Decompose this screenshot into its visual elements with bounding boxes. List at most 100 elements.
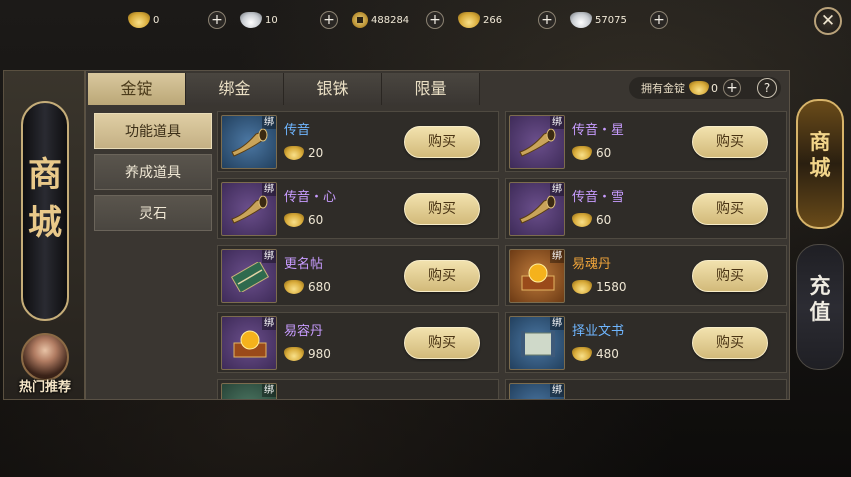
shop-item-card-partial[interactable]: 绑 — [217, 379, 499, 399]
item-name: 传音・心 — [284, 190, 337, 205]
side-tab-recharge[interactable]: 充值 — [796, 244, 844, 370]
tab-gold-ingot[interactable]: 金锭 — [88, 73, 186, 105]
bound-tag: 绑 — [550, 183, 564, 196]
add-currency-button[interactable]: + — [208, 11, 226, 29]
item-thumbnail[interactable]: 绑 — [221, 115, 277, 169]
pill-box-icon — [230, 329, 270, 359]
shop-item-card[interactable]: 绑 择业文书 480 购买 — [505, 312, 787, 373]
currency-amount: 266 — [483, 14, 503, 26]
item-thumbnail[interactable]: 绑 — [509, 249, 565, 303]
buy-button[interactable]: 购买 — [692, 260, 768, 292]
item-name: 易容丹 — [284, 324, 324, 339]
shop-item-card[interactable]: 绑 易容丹 980 购买 — [217, 312, 499, 373]
buy-button[interactable]: 购买 — [692, 193, 768, 225]
item-name: 易魂丹 — [572, 257, 612, 272]
add-gold-button[interactable]: + — [723, 79, 741, 97]
item-price: 20 — [284, 146, 323, 160]
buy-button[interactable]: 购买 — [404, 126, 480, 158]
price-value: 60 — [308, 213, 324, 227]
tab-limited[interactable]: 限量 — [382, 73, 480, 105]
buy-button[interactable]: 购买 — [692, 327, 768, 359]
item-name: 传音・雪 — [572, 190, 625, 205]
item-thumbnail[interactable]: 绑 — [509, 115, 565, 169]
copper-coin-icon — [352, 12, 368, 28]
item-grid[interactable]: 绑 传音 20 购买 绑 传音・星 60 购买 绑 传音・心 60 购买 绑 传… — [217, 111, 789, 399]
bound-tag: 绑 — [550, 317, 564, 330]
owned-gold-display: 拥有金锭 0 + ? — [629, 77, 781, 99]
currency-bar: 0 + 10 + 488284 + 266 + 57075 + — [128, 8, 682, 32]
bound-tag: 绑 — [262, 250, 276, 263]
gold-ingot-icon — [284, 347, 304, 361]
price-value: 60 — [596, 213, 612, 227]
currency-amount: 0 — [153, 14, 160, 26]
item-thumbnail[interactable]: 绑 — [509, 316, 565, 370]
bound-tag: 绑 — [262, 317, 276, 330]
shop-title: 商城 — [28, 155, 62, 243]
shop-item-card[interactable]: 绑 传音・心 60 购买 — [217, 178, 499, 239]
item-price: 60 — [572, 213, 611, 227]
silver-ingot-icon — [570, 12, 592, 28]
item-thumbnail[interactable]: 绑 — [221, 316, 277, 370]
horn-icon — [518, 195, 558, 225]
document-scroll-icon — [518, 329, 558, 359]
shop-item-card[interactable]: 绑 易魂丹 1580 购买 — [505, 245, 787, 306]
currency-amount: 488284 — [371, 14, 410, 26]
shop-item-card[interactable]: 绑 传音・星 60 购买 — [505, 111, 787, 172]
price-value: 680 — [308, 280, 331, 294]
buy-button[interactable]: 购买 — [404, 327, 480, 359]
bound-tag: 绑 — [550, 250, 564, 263]
item-thumbnail[interactable]: 绑 — [509, 182, 565, 236]
side-tab-shop[interactable]: 商城 — [796, 99, 844, 229]
bound-tag: 绑 — [262, 183, 276, 196]
hot-recommend-label[interactable]: 热门推荐 — [6, 376, 84, 395]
buy-button[interactable]: 购买 — [404, 193, 480, 225]
price-value: 60 — [596, 146, 612, 160]
gold-ingot-icon — [572, 280, 592, 294]
category-functional-items[interactable]: 功能道具 — [94, 113, 212, 149]
buy-button[interactable]: 购买 — [692, 126, 768, 158]
gold-ingot-icon — [689, 81, 709, 95]
shop-title-scroll: 商城 — [21, 101, 69, 321]
scroll-card-icon — [230, 260, 270, 294]
price-value: 1580 — [596, 280, 627, 294]
tab-silver[interactable]: 银铢 — [284, 73, 382, 105]
help-icon[interactable]: ? — [757, 78, 777, 98]
item-price: 680 — [284, 280, 331, 294]
currency-amount: 10 — [265, 14, 278, 26]
item-name: 传音 — [284, 123, 311, 138]
gold-ingot-icon — [572, 146, 592, 160]
horn-icon — [230, 195, 270, 225]
owned-amount: 0 — [711, 81, 718, 95]
add-currency-button[interactable]: + — [650, 11, 668, 29]
bound-tag: 绑 — [262, 384, 276, 397]
currency-silver-ingot: 10 — [240, 9, 314, 31]
gold-ingot-icon — [128, 12, 150, 28]
buy-button[interactable]: 购买 — [404, 260, 480, 292]
item-thumbnail[interactable]: 绑 — [509, 383, 565, 399]
item-name: 更名帖 — [284, 257, 324, 272]
item-name: 择业文书 — [572, 324, 625, 339]
item-thumbnail[interactable]: 绑 — [221, 249, 277, 303]
item-thumbnail[interactable]: 绑 — [221, 182, 277, 236]
owned-label: 拥有金锭 — [641, 82, 685, 95]
currency-bound-gold: 266 — [458, 9, 532, 31]
item-price: 480 — [572, 347, 619, 361]
shop-item-card-partial[interactable]: 绑 — [505, 379, 787, 399]
category-growth-items[interactable]: 养成道具 — [94, 154, 212, 190]
price-value: 20 — [308, 146, 324, 160]
add-currency-button[interactable]: + — [426, 11, 444, 29]
bound-tag: 绑 — [550, 116, 564, 129]
bound-tag: 绑 — [550, 384, 564, 397]
gold-ingot-icon — [572, 213, 592, 227]
shop-item-card[interactable]: 绑 传音 20 购买 — [217, 111, 499, 172]
tab-bound-gold[interactable]: 绑金 — [186, 73, 284, 105]
add-currency-button[interactable]: + — [320, 11, 338, 29]
shop-item-card[interactable]: 绑 更名帖 680 购买 — [217, 245, 499, 306]
shop-main-panel: 金锭 绑金 银铢 限量 拥有金锭 0 + ? 功能道具 养成道具 灵石 绑 传音… — [85, 70, 790, 400]
add-currency-button[interactable]: + — [538, 11, 556, 29]
category-spirit-stones[interactable]: 灵石 — [94, 195, 212, 231]
item-thumbnail[interactable]: 绑 — [221, 383, 277, 399]
hot-recommend-avatar[interactable] — [21, 333, 69, 381]
close-button[interactable]: ✕ — [814, 7, 842, 35]
shop-item-card[interactable]: 绑 传音・雪 60 购买 — [505, 178, 787, 239]
